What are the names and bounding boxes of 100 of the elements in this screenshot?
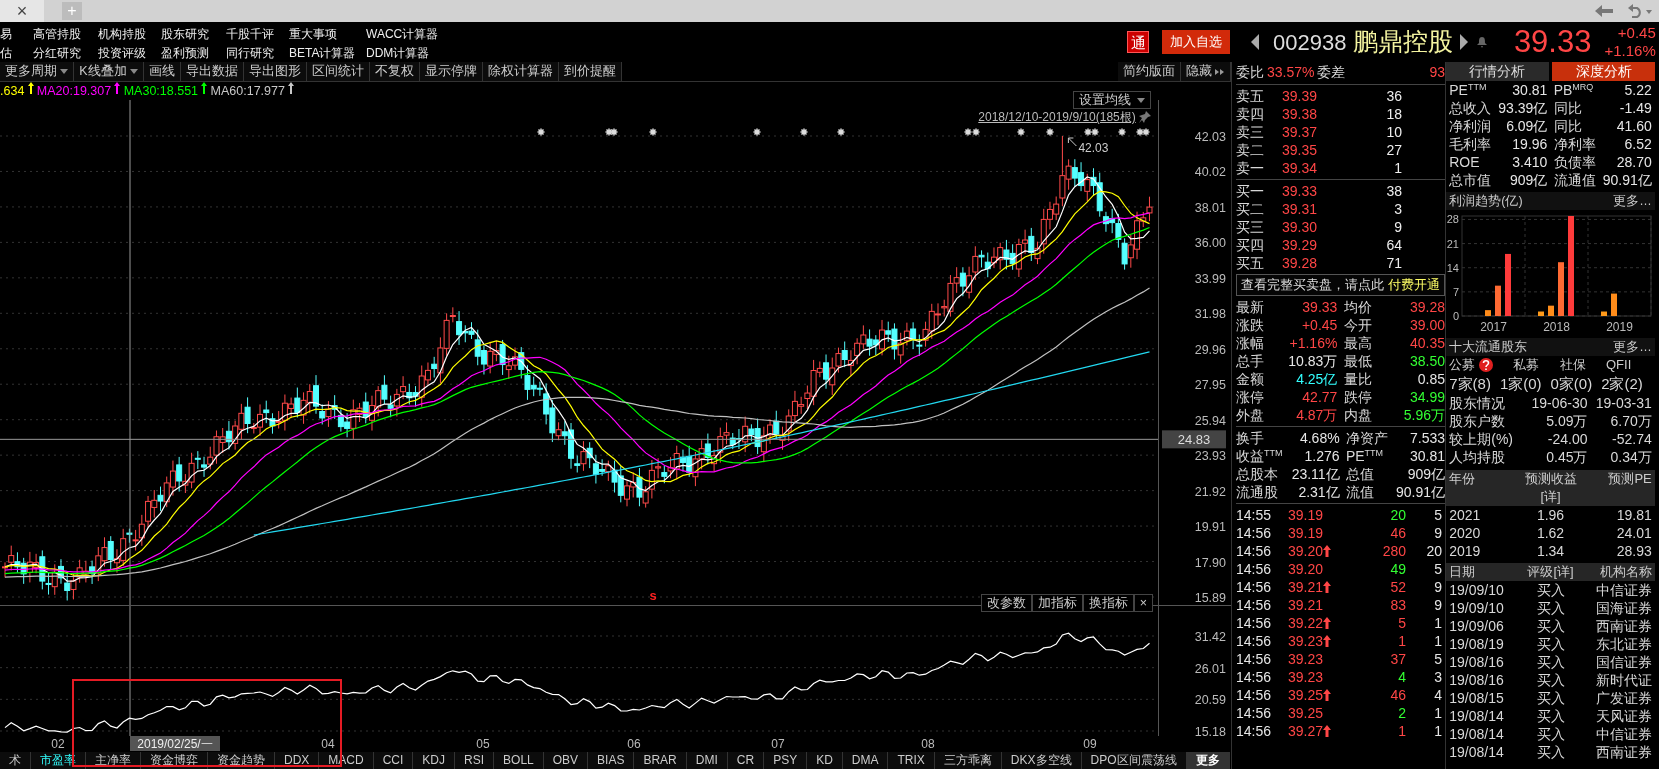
toolbar-button[interactable]: 除权计算器 <box>482 62 559 81</box>
field-value: +1.16% <box>1288 334 1338 352</box>
menu-item[interactable]: 易 <box>0 25 33 45</box>
field-label: 金额 <box>1236 370 1264 388</box>
section-title: 十大流通股东 <box>1449 339 1528 357</box>
detail-link[interactable]: [详] <box>1540 488 1561 504</box>
toolbar-button[interactable]: 简约版面 <box>1117 62 1181 81</box>
close-tab-button[interactable]: × <box>0 0 44 22</box>
connect-badge[interactable]: 通 <box>1127 31 1150 53</box>
menu-item[interactable]: 分红研究 <box>33 44 98 64</box>
menu-item[interactable]: 投资评级 <box>98 44 161 64</box>
toolbar-button[interactable]: 更多周期 <box>0 62 75 81</box>
indicator-button[interactable]: 加指标 <box>1031 594 1083 612</box>
toolbar-button[interactable]: 显示停牌 <box>419 62 483 81</box>
trade-count: 20 <box>1425 542 1442 560</box>
indicator-tab[interactable]: OBV <box>543 752 589 769</box>
full-order-book-button[interactable]: 查看完整买卖盘，请点此 付费开通 <box>1236 274 1445 296</box>
field-value: 0.45万 <box>1545 448 1588 467</box>
add-watchlist-button[interactable]: 加入自选 <box>1162 30 1231 54</box>
bell-icon[interactable] <box>1475 36 1488 48</box>
toolbar-button[interactable]: 到价提醒 <box>558 62 622 81</box>
indicator-tab[interactable]: TRIX <box>888 752 935 769</box>
indicator-tab[interactable]: 三方乖离 <box>934 752 1002 769</box>
ma-settings-dropdown[interactable]: 设置均线 <box>1072 91 1151 109</box>
axis-label: 36.00 <box>1194 236 1226 251</box>
toolbar-button[interactable]: 隐藏 <box>1180 62 1231 81</box>
detail-link[interactable]: [详] <box>1553 563 1574 579</box>
field-label: 最低 <box>1342 352 1372 370</box>
field-label: 较上期(%) <box>1449 430 1515 449</box>
indicator-tab[interactable]: DKX多空线 <box>1001 752 1082 769</box>
indicator-tab[interactable]: BOLL <box>494 752 544 769</box>
indicator-tab[interactable]: CCI <box>373 752 414 769</box>
order-price: 39.38 <box>1282 105 1319 123</box>
toolbar-button[interactable]: 不复权 <box>369 62 420 81</box>
indicator-tab[interactable]: DPO区间震荡线 <box>1081 752 1187 769</box>
indicator-tab[interactable]: BIAS <box>588 752 635 769</box>
order-volume: 64 <box>1385 236 1402 254</box>
column-header: 预测PE <box>1607 469 1652 488</box>
indicator-tab[interactable]: KDJ <box>413 752 456 769</box>
menu-item[interactable]: 估 <box>0 44 33 64</box>
previous-stock-icon[interactable] <box>1249 33 1260 51</box>
order-volume: 9 <box>1393 218 1402 236</box>
axis-label: 27.95 <box>1194 378 1226 393</box>
indicator-tab[interactable]: DMA <box>842 752 889 769</box>
more-link[interactable]: 更多… <box>1613 338 1652 357</box>
indicator-tab[interactable]: DMI <box>686 752 728 769</box>
toolbar-button[interactable]: 导出图形 <box>243 62 307 81</box>
more-link[interactable]: 更多… <box>1613 192 1652 211</box>
undo-icon[interactable] <box>1626 3 1653 19</box>
menu-item[interactable]: 同行研究 <box>226 44 289 64</box>
date-range-link[interactable]: 2018/12/10-2019/9/10(185根) <box>978 108 1136 126</box>
menu-item[interactable]: DDM计算器 <box>366 44 456 64</box>
indicator-tab[interactable]: PSY <box>764 752 808 769</box>
up-arrow-icon <box>201 82 208 94</box>
menu-item[interactable]: BETA计算器 <box>289 44 366 64</box>
back-arrow-icon[interactable] <box>1593 4 1614 18</box>
menu-item[interactable]: 千股千评 <box>226 25 289 45</box>
trade-volume: 52 <box>1389 578 1406 596</box>
paid-upgrade-link[interactable]: 付费开通 <box>1387 277 1440 292</box>
indicator-tab[interactable]: KD <box>807 752 843 769</box>
double-chevron-icon <box>1215 68 1225 75</box>
menu-item[interactable]: 机构持股 <box>98 25 161 45</box>
menu-item[interactable]: 盈利预测 <box>161 44 226 64</box>
field-label: PE$^{TTM}$ <box>1449 81 1488 99</box>
close-button[interactable]: × <box>1133 594 1153 612</box>
indicator-tab[interactable]: BRAR <box>634 752 687 769</box>
analysis-tab[interactable]: 深度分析 <box>1552 62 1655 81</box>
next-stock-icon[interactable] <box>1459 33 1470 51</box>
order-level-label: 卖三 <box>1236 123 1265 141</box>
toolbar-button[interactable]: 画线 <box>143 62 181 81</box>
toolbar-button[interactable]: K线叠加 <box>74 62 144 81</box>
indicator-tab[interactable]: 术 <box>0 752 31 769</box>
indicator-tab[interactable]: 更多 <box>1186 752 1230 769</box>
field-value: 1.276 <box>1303 447 1340 465</box>
column-header: 日期 <box>1449 562 1477 581</box>
field-label: 最新 <box>1236 298 1264 316</box>
trade-count: 5 <box>1433 650 1442 668</box>
indicator-tab[interactable]: RSI <box>455 752 495 769</box>
field-value: 38.50 <box>1408 352 1445 370</box>
profit-bar <box>1601 311 1607 317</box>
menu-item[interactable]: 重大事项 <box>289 25 366 45</box>
menu-item[interactable]: WACC计算器 <box>366 25 456 45</box>
field-label: 净利润 <box>1449 117 1492 135</box>
analysis-tab[interactable]: 行情分析 <box>1446 62 1549 81</box>
indicator-button[interactable]: 改参数 <box>980 594 1032 612</box>
toolbar-button[interactable]: 区间统计 <box>306 62 370 81</box>
field-label: 跌停 <box>1342 388 1372 406</box>
indicator-tab[interactable]: CR <box>727 752 765 769</box>
field-value: 40.35 <box>1408 334 1445 352</box>
indicator-button[interactable]: 换指标 <box>1082 594 1134 612</box>
trade-time: 14:56 <box>1236 542 1273 560</box>
help-icon[interactable] <box>1478 358 1493 373</box>
menu-item[interactable]: 高管持股 <box>33 25 98 45</box>
menu-item[interactable]: 股东研究 <box>161 25 226 45</box>
trade-price: 39.23 <box>1288 650 1324 668</box>
axis-label: 2017 <box>1480 320 1507 335</box>
pin-icon[interactable] <box>1139 111 1151 123</box>
toolbar-button[interactable]: 导出数据 <box>180 62 244 81</box>
axis-label: 42.03 <box>1194 130 1226 144</box>
trade-count: 5 <box>1433 506 1442 524</box>
